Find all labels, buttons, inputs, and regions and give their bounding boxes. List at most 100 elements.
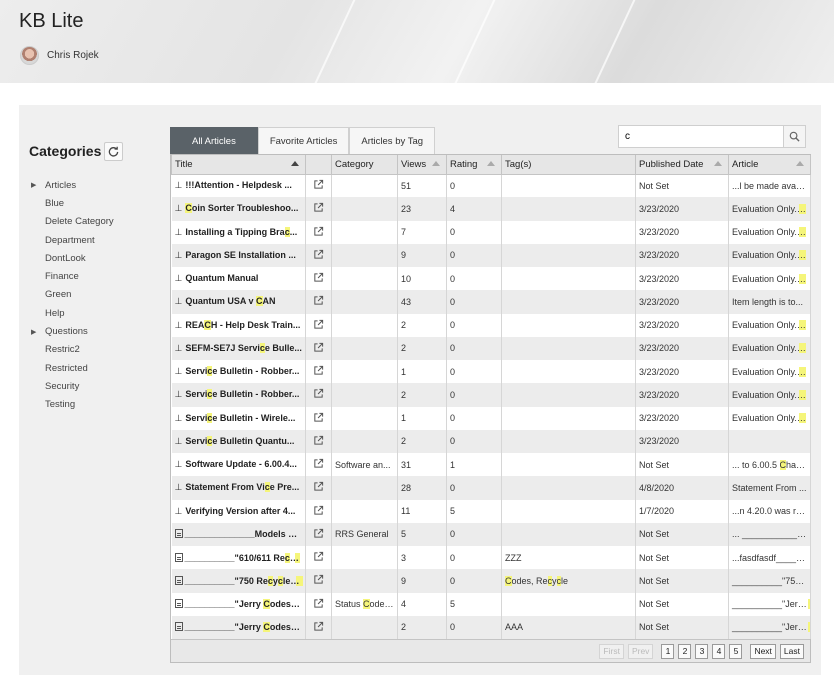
open-article-cell[interactable] [305, 429, 332, 453]
article-title-cell[interactable]: ⊥ REACH - Help Desk Train... [171, 313, 306, 337]
category-item[interactable]: Blue [31, 194, 114, 212]
article-title-cell[interactable]: ⊥ Service Bulletin - Wirele... [171, 406, 306, 430]
open-article-cell[interactable] [305, 615, 332, 639]
article-title-cell[interactable]: ⊥ Quantum USA v CAN [171, 290, 306, 314]
article-title-cell[interactable]: __________"750 Recycler C... [171, 569, 306, 593]
article-title[interactable]: Service Bulletin - Wirele... [185, 412, 295, 423]
table-row[interactable]: ⊥ Service Bulletin - Robber... 2 0 3/23/2020… [171, 383, 811, 407]
next-page-button[interactable]: Next [750, 643, 776, 659]
page-1-button[interactable]: 1 [661, 643, 675, 659]
article-title[interactable]: Service Bulletin - Robber... [185, 389, 299, 400]
column-header-category[interactable]: Category [331, 155, 398, 175]
table-row[interactable]: ⊥ Service Bulletin - Robber... 1 0 3/23/2020… [171, 360, 811, 384]
category-item[interactable]: Security [31, 377, 114, 395]
search-input[interactable] [619, 131, 783, 142]
table-row[interactable]: __________"750 Recycler C... 90Codes, Rec… [171, 569, 811, 593]
article-title[interactable]: __________"Jerry Codes"__... [185, 599, 305, 610]
table-row[interactable]: __________"610/611 Recyc... 30ZZZNot Set.… [171, 546, 811, 570]
category-item[interactable]: Testing [31, 396, 114, 414]
table-row[interactable]: ⊥ !!!Attention - Helpdesk ... 51 0 Not Set..… [171, 174, 811, 198]
table-row[interactable]: ______________Models & S... RRS General 5 0… [171, 522, 811, 546]
article-title-cell[interactable]: ______________Models & S... [171, 522, 306, 546]
article-title-cell[interactable]: ⊥ Service Bulletin - Robber... [171, 383, 306, 407]
category-label[interactable]: Testing [45, 399, 75, 410]
category-label[interactable]: Security [45, 381, 79, 392]
category-label[interactable]: Green [45, 289, 71, 300]
column-header-article[interactable]: Article [728, 155, 811, 175]
open-article-cell[interactable] [305, 313, 332, 337]
column-header-title[interactable]: Title [171, 155, 306, 175]
expand-arrow-icon[interactable]: ▶ [31, 181, 45, 189]
article-title-cell[interactable]: ⊥ Service Bulletin - Robber... [171, 360, 306, 384]
category-label[interactable]: Questions [45, 326, 88, 337]
table-row[interactable]: ⊥ Service Bulletin - Wirele... 1 0 3/23/2020… [171, 406, 811, 430]
article-title-cell[interactable]: ⊥ Quantum Manual [171, 267, 306, 291]
open-external-icon[interactable] [313, 505, 324, 516]
open-external-icon[interactable] [313, 435, 324, 446]
article-title-cell[interactable]: ⊥ Coin Sorter Troubleshoo... [171, 197, 306, 221]
user-info[interactable]: Chris Rojek [20, 46, 99, 65]
article-title[interactable]: Quantum USA v CAN [185, 296, 276, 307]
category-label[interactable]: Restricted [45, 363, 88, 374]
article-title[interactable]: Service Bulletin - Robber... [185, 366, 299, 377]
table-row[interactable]: ⊥ Service Bulletin Quantu... 2 0 3/23/2020 [171, 429, 811, 453]
category-label[interactable]: Articles [45, 180, 76, 191]
category-label[interactable]: Department [45, 235, 95, 246]
article-title[interactable]: SEFM-SE7J Service Bulle... [185, 342, 302, 353]
table-row[interactable]: ⊥ Paragon SE Installation ... 9 0 3/23/2020 E… [171, 243, 811, 267]
article-title-cell[interactable]: ⊥ Service Bulletin Quantu... [171, 429, 306, 453]
table-row[interactable]: ⊥ Software Update - 6.00.4... Software an.… [171, 453, 811, 477]
article-title[interactable]: __________"610/611 Recyc... [185, 552, 305, 563]
open-article-cell[interactable] [305, 592, 332, 616]
table-row[interactable]: ⊥ Quantum USA v CAN 43 0 3/23/2020 Item lengt… [171, 290, 811, 314]
open-external-icon[interactable] [313, 598, 324, 609]
avatar[interactable] [20, 46, 39, 65]
table-row[interactable]: ⊥ Verifying Version after 4... 11 5 1/7/2020… [171, 499, 811, 523]
table-row[interactable]: ⊥ Quantum Manual 10 0 3/23/2020 Evaluation On… [171, 267, 811, 291]
category-item[interactable]: Department [31, 231, 114, 249]
article-title[interactable]: REACH - Help Desk Train... [185, 319, 300, 330]
article-title[interactable]: ______________Models & S... [185, 529, 305, 539]
open-external-icon[interactable] [313, 388, 324, 399]
page-5-button[interactable]: 5 [729, 643, 743, 659]
table-row[interactable]: ⊥ Statement From Vice Pre... 28 0 4/8/2020 St… [171, 476, 811, 500]
article-title[interactable]: Verifying Version after 4... [185, 506, 295, 516]
article-title-cell[interactable]: __________"610/611 Recyc... [171, 546, 306, 570]
table-row[interactable]: ⊥ Coin Sorter Troubleshoo... 23 4 3/23/2020 E… [171, 197, 811, 221]
article-title-cell[interactable]: ⊥ Paragon SE Installation ... [171, 243, 306, 267]
article-title[interactable]: Quantum Manual [185, 273, 258, 283]
open-external-icon[interactable] [313, 202, 324, 213]
category-item[interactable]: Restric2 [31, 341, 114, 359]
expand-arrow-icon[interactable]: ▶ [31, 328, 45, 336]
open-article-cell[interactable] [305, 243, 332, 267]
open-article-cell[interactable] [305, 174, 332, 198]
category-item[interactable]: Finance [31, 267, 114, 285]
open-article-cell[interactable] [305, 360, 332, 384]
article-title[interactable]: Service Bulletin Quantu... [185, 435, 294, 446]
category-item[interactable]: Delete Category [31, 213, 114, 231]
open-external-icon[interactable] [313, 272, 324, 283]
article-title-cell[interactable]: ⊥ SEFM-SE7J Service Bulle... [171, 336, 306, 360]
open-external-icon[interactable] [313, 481, 324, 492]
category-item[interactable]: ▶ Articles [31, 176, 114, 194]
article-title[interactable]: Software Update - 6.00.4... [185, 459, 297, 469]
open-external-icon[interactable] [313, 226, 324, 237]
article-title-cell[interactable]: ⊥ !!!Attention - Helpdesk ... [171, 174, 306, 198]
category-item[interactable]: Help [31, 304, 114, 322]
open-external-icon[interactable] [313, 179, 324, 190]
article-title[interactable]: __________"750 Recycler C... [185, 575, 305, 586]
column-header-tags[interactable]: Tag(s) [501, 155, 636, 175]
category-label[interactable]: Help [45, 308, 65, 319]
open-article-cell[interactable] [305, 197, 332, 221]
refresh-categories-button[interactable] [104, 142, 123, 161]
open-article-cell[interactable] [305, 220, 332, 244]
open-external-icon[interactable] [313, 319, 324, 330]
article-title[interactable]: !!!Attention - Helpdesk ... [185, 180, 292, 190]
open-external-icon[interactable] [313, 458, 324, 469]
category-item[interactable]: DontLook [31, 249, 114, 267]
category-label[interactable]: Restric2 [45, 344, 80, 355]
open-external-icon[interactable] [313, 365, 324, 376]
open-article-cell[interactable] [305, 499, 332, 523]
open-article-cell[interactable] [305, 406, 332, 430]
article-title[interactable]: __________"Jerry Codes"__... [185, 622, 305, 633]
